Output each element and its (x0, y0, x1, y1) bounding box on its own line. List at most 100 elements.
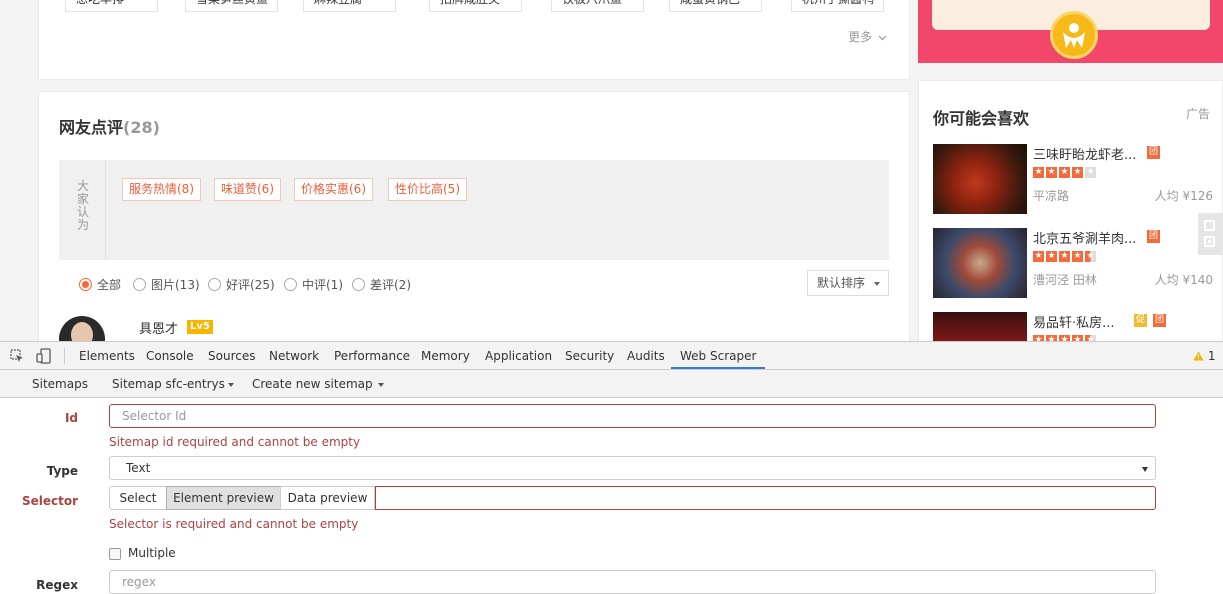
impression-tags-box: 大家认为 服务热情(8) 味道赞(6) 价格实惠(6) 性价比高(5) (59, 160, 889, 260)
inspect-element-icon[interactable] (10, 349, 24, 363)
star-icon: ★ (1059, 167, 1070, 178)
filter-label: 好评(25) (226, 278, 275, 292)
star-icon: ★ (1085, 167, 1096, 178)
promo-banner[interactable] (918, 0, 1223, 63)
restaurant-location: 漕河泾 田林 (1033, 273, 1097, 287)
caret-down-icon (227, 382, 234, 387)
filter-label: 中评(1) (302, 278, 343, 292)
devtools-tab-application[interactable]: Application (485, 342, 552, 369)
dish-tag[interactable]: 麻辣豆腐 (303, 0, 396, 12)
reviews-card: 网友点评(28) 大家认为 服务热情(8) 味道赞(6) 价格实惠(6) 性价比高(5… (38, 91, 910, 341)
data-preview-button[interactable]: Data preview (280, 486, 375, 510)
recommend-title: 你可能会喜欢 (933, 109, 1030, 128)
group-deal-badge-icon: 团 (1147, 146, 1160, 159)
recommend-panel: 你可能会喜欢 广告 三味盱眙龙虾老... 团 ★ ★ ★ ★ ★ 平凉路 人均 ¥126 北京五爷… (918, 80, 1223, 341)
recommend-item[interactable]: 三味盱眙龙虾老... 团 ★ ★ ★ ★ ★ 平凉路 人均 ¥126 (933, 144, 1213, 214)
reviewer-name[interactable]: 具恩才 (139, 318, 178, 337)
avg-price: 人均 ¥126 (1154, 189, 1213, 203)
restaurant-thumbnail[interactable] (933, 228, 1027, 298)
star-icon: ★ (1072, 167, 1083, 178)
impression-tag[interactable]: 味道赞(6) (214, 178, 281, 201)
selector-input[interactable] (375, 486, 1156, 510)
chevron-down-icon (878, 35, 887, 41)
multiple-label[interactable]: Multiple (128, 546, 176, 560)
devtools-tab-performance[interactable]: Performance (334, 342, 410, 369)
sitemaps-link[interactable]: Sitemaps (32, 370, 88, 398)
recommend-item[interactable]: 易品轩·私房... 促团 ★ ★ ★ ★ ★ (933, 312, 1213, 341)
promo-badge-icon: 促 (1134, 314, 1147, 327)
sort-dropdown[interactable]: 默认排序 (807, 270, 889, 296)
select-arrow-icon (1142, 467, 1148, 472)
tabbar-separator (64, 348, 65, 364)
devtools-tab-elements[interactable]: Elements (79, 342, 135, 369)
star-icon: ★ (1072, 251, 1083, 262)
dish-tag[interactable]: 咸蛋黄锅巴 (669, 0, 762, 12)
star-icon: ★ (1046, 167, 1057, 178)
reviews-title: 网友点评(28) (59, 118, 160, 137)
device-toolbar-icon[interactable] (36, 348, 52, 364)
sitemap-dropdown[interactable]: Sitemap sfc-entrys (112, 370, 234, 398)
impression-tag[interactable]: 价格实惠(6) (294, 178, 373, 201)
devtools-tab-audits[interactable]: Audits (627, 342, 665, 369)
web-scraper-nav: Sitemaps Sitemap sfc-entrys Create new s… (0, 370, 1223, 398)
radio-button[interactable] (284, 278, 297, 291)
review-filter-option[interactable]: 差评(2) (352, 276, 411, 293)
devtools-tab-console[interactable]: Console (146, 342, 194, 369)
warnings-indicator[interactable]: 1 (1193, 342, 1215, 370)
promo-logo-icon (1050, 11, 1098, 59)
type-select[interactable]: Text (109, 456, 1156, 480)
radio-button[interactable] (79, 278, 92, 291)
dish-tag[interactable]: 杭州手撕酱鸭 (791, 0, 884, 12)
filter-label: 图片(13) (151, 278, 200, 292)
restaurant-name[interactable]: 三味盱眙龙虾老... (1033, 144, 1136, 163)
side-qr-widget[interactable] (1198, 213, 1223, 255)
impression-tag[interactable]: 性价比高(5) (388, 178, 467, 201)
devtools-tab-security[interactable]: Security (565, 342, 614, 369)
devtools-tab-web-scraper[interactable]: Web Scraper (671, 342, 766, 369)
star-icon: ★ (1046, 251, 1057, 262)
reviewer-level-badge: Lv5 (187, 320, 213, 334)
create-sitemap-dropdown[interactable]: Create new sitemap (252, 370, 384, 398)
radio-button[interactable] (352, 278, 365, 291)
selector-id-input[interactable]: Selector Id (109, 404, 1156, 428)
regex-input[interactable]: regex (109, 570, 1156, 594)
warning-icon (1193, 351, 1204, 361)
review-filter-option[interactable]: 全部 (79, 276, 121, 293)
selector-label: Selector (21, 494, 78, 508)
element-preview-button[interactable]: Element preview (166, 486, 281, 510)
dish-tag[interactable]: 招牌咸肚尖 (429, 0, 522, 12)
id-error-message: Sitemap id required and cannot be empty (109, 435, 361, 449)
restaurant-thumbnail[interactable] (933, 144, 1027, 214)
review-filter-option[interactable]: 中评(1) (284, 276, 343, 293)
more-dishes-link[interactable]: 更多 (848, 28, 887, 45)
star-icon: ★ (1059, 251, 1070, 262)
impression-tag[interactable]: 服务热情(8) (122, 178, 201, 201)
avg-price: 人均 ¥140 (1154, 273, 1213, 287)
devtools-tab-memory[interactable]: Memory (421, 342, 470, 369)
multiple-checkbox[interactable] (109, 548, 121, 560)
radio-button[interactable] (208, 278, 221, 291)
selector-error-message: Selector is required and cannot be empty (109, 517, 359, 531)
restaurant-thumbnail[interactable] (933, 312, 1027, 341)
review-filter-option[interactable]: 图片(13) (133, 276, 200, 293)
review-filter-option[interactable]: 好评(25) (208, 276, 275, 293)
qr-code-icon (1204, 220, 1215, 247)
select-button[interactable]: Select (109, 486, 167, 510)
web-page: 想吃羊排 雪菜笋丝黄鱼 麻辣豆腐 招牌咸肚尖 铁板八爪鱼 咸蛋黄锅巴 杭州手撕酱鸭 更多 网… (0, 0, 1223, 341)
dish-tag[interactable]: 铁板八爪鱼 (551, 0, 644, 12)
restaurant-name[interactable]: 北京五爷涮羊肉... (1033, 228, 1136, 247)
devtools-tab-sources[interactable]: Sources (208, 342, 255, 369)
devtools-tab-network[interactable]: Network (269, 342, 319, 369)
group-deal-badge-icon: 团 (1153, 314, 1166, 327)
recommend-item[interactable]: 北京五爷涮羊肉... 团 ★ ★ ★ ★ ★ 漕河泾 田林 人均 ¥140 (933, 228, 1213, 298)
type-label: Type (46, 464, 78, 478)
filter-label: 差评(2) (370, 278, 411, 292)
restaurant-name[interactable]: 易品轩·私房... (1033, 312, 1115, 331)
regex-label: Regex (36, 578, 78, 592)
impression-label: 大家认为 (77, 179, 90, 232)
caret-down-icon (874, 282, 880, 286)
dish-tag[interactable]: 想吃羊排 (65, 0, 158, 12)
radio-button[interactable] (133, 278, 146, 291)
reviewer-avatar[interactable] (59, 316, 105, 341)
dish-tag[interactable]: 雪菜笋丝黄鱼 (185, 0, 278, 12)
